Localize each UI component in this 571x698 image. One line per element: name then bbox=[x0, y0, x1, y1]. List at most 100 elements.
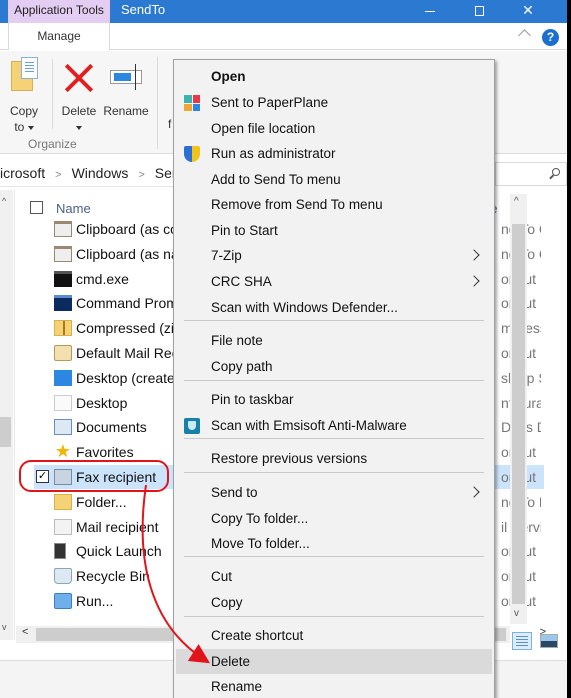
menu-item-label: Restore previous versions bbox=[211, 451, 368, 466]
window-title: SendTo bbox=[121, 2, 166, 17]
file-name: Clipboard (as co bbox=[76, 221, 178, 237]
breadcrumb-item[interactable]: Windows bbox=[72, 159, 129, 187]
scroll-up-icon[interactable]: ^ bbox=[514, 196, 519, 207]
menu-item-move-to-folder[interactable]: Move To folder... bbox=[176, 531, 492, 556]
scroll-down-icon[interactable]: v bbox=[514, 608, 519, 619]
copy-to-label-2: to bbox=[14, 120, 25, 134]
menu-item-send-to[interactable]: Send to bbox=[176, 480, 492, 505]
copy-to-label: Copy bbox=[9, 104, 38, 118]
menu-item-label: 7-Zip bbox=[211, 248, 242, 263]
file-name: Default Mail Rec bbox=[76, 345, 179, 361]
file-name: Mail recipient bbox=[76, 518, 159, 535]
file-name: Favorites bbox=[76, 444, 134, 461]
menu-item-copy[interactable]: Copy bbox=[176, 590, 492, 615]
menu-item-open[interactable]: Open bbox=[176, 64, 492, 89]
menu-item-sent-to-paperplane[interactable]: Sent to PaperPlane bbox=[176, 90, 492, 115]
delete-button[interactable]: Delete bbox=[58, 57, 100, 135]
menu-separator bbox=[184, 556, 484, 557]
menu-item-label: Sent to PaperPlane bbox=[211, 95, 329, 110]
search-input[interactable] bbox=[495, 162, 567, 186]
menu-item-open-file-location[interactable]: Open file location bbox=[176, 116, 492, 141]
file-name: Clipboard (as na bbox=[76, 245, 179, 262]
menu-item-create-shortcut[interactable]: Create shortcut bbox=[176, 623, 492, 648]
copy-to-button[interactable]: Copy to bbox=[4, 57, 44, 135]
scroll-up-icon[interactable]: ^ bbox=[2, 196, 6, 206]
menu-item-crc-sha[interactable]: CRC SHA bbox=[176, 269, 492, 294]
menu-item-pin-to-taskbar[interactable]: Pin to taskbar bbox=[176, 387, 492, 412]
recycle-bin-icon bbox=[54, 568, 72, 585]
pane-divider[interactable] bbox=[14, 190, 15, 640]
scroll-left-icon[interactable]: < bbox=[22, 626, 28, 638]
clipboard-icon bbox=[54, 245, 72, 262]
menu-item-label: Open file location bbox=[211, 121, 316, 136]
menu-item-label: File note bbox=[211, 333, 263, 348]
rename-button[interactable]: Rename bbox=[102, 57, 150, 119]
collapse-ribbon-icon[interactable] bbox=[518, 29, 531, 42]
menu-item-remove-from-send-to-menu[interactable]: Remove from Send To menu bbox=[176, 192, 492, 217]
menu-item-scan-with-windows-defender[interactable]: Scan with Windows Defender... bbox=[176, 295, 492, 320]
menu-item-run-as-administrator[interactable]: Run as administrator bbox=[176, 141, 492, 166]
application-tools-tab[interactable]: Application Tools bbox=[8, 0, 110, 23]
chevron-right-icon: > bbox=[55, 169, 62, 181]
chevron-right-icon bbox=[468, 249, 480, 261]
tab-manage[interactable]: Manage bbox=[8, 23, 110, 50]
menu-item-7-zip[interactable]: 7-Zip bbox=[176, 243, 492, 268]
star-icon: ★ bbox=[54, 441, 72, 462]
breadcrumb-item[interactable]: icrosoft bbox=[0, 159, 45, 187]
documents-icon bbox=[54, 419, 72, 436]
menu-item-label: Send to bbox=[211, 485, 258, 500]
menu-item-add-to-send-to-menu[interactable]: Add to Send To menu bbox=[176, 167, 492, 192]
scroll-down-icon[interactable]: v bbox=[2, 622, 7, 632]
menu-item-file-note[interactable]: File note bbox=[176, 328, 492, 353]
menu-item-label: Remove from Send To menu bbox=[211, 197, 383, 212]
menu-item-label: Rename bbox=[211, 679, 263, 694]
scroll-thumb[interactable] bbox=[0, 417, 11, 447]
clipboard-icon bbox=[54, 221, 72, 237]
menu-item-label: Delete bbox=[211, 654, 251, 669]
close-icon: ✕ bbox=[522, 2, 534, 18]
menu-item-copy-to-folder[interactable]: Copy To folder... bbox=[176, 506, 492, 531]
menu-separator bbox=[184, 472, 484, 473]
maximize-button[interactable] bbox=[459, 0, 499, 23]
vertical-scrollbar[interactable]: ^ v bbox=[510, 194, 527, 624]
menu-item-label: Copy bbox=[211, 595, 243, 610]
file-name: Quick Launch bbox=[76, 543, 162, 560]
menu-separator bbox=[184, 616, 484, 617]
menu-item-copy-path[interactable]: Copy path bbox=[176, 354, 492, 379]
menu-item-scan-with-emsisoft-anti-malware[interactable]: Scan with Emsisoft Anti-Malware bbox=[176, 413, 492, 438]
ribbon-partial-text: f bbox=[168, 117, 172, 131]
emsisoft-icon bbox=[184, 418, 200, 434]
file-name: Recycle Bin bbox=[76, 568, 150, 585]
scroll-thumb[interactable] bbox=[512, 224, 525, 604]
fax-icon bbox=[54, 469, 72, 485]
folder-icon bbox=[54, 493, 72, 510]
ribbon-separator bbox=[52, 59, 53, 129]
select-all-checkbox[interactable] bbox=[30, 201, 43, 214]
column-header-name[interactable]: Name bbox=[56, 201, 91, 216]
minimize-icon bbox=[425, 10, 435, 12]
minimize-button[interactable] bbox=[410, 0, 450, 23]
explorer-window: Application Tools SendTo ✕ Manage ? Copy… bbox=[0, 0, 567, 698]
menu-item-label: Run as administrator bbox=[211, 146, 336, 161]
file-name: Desktop (create bbox=[76, 369, 175, 386]
details-view-icon[interactable] bbox=[512, 632, 532, 650]
close-button[interactable]: ✕ bbox=[508, 0, 548, 23]
menu-item-cut[interactable]: Cut bbox=[176, 564, 492, 589]
menu-item-pin-to-start[interactable]: Pin to Start bbox=[176, 218, 492, 243]
menu-item-label: Add to Send To menu bbox=[211, 172, 341, 187]
menu-item-delete[interactable]: Delete bbox=[176, 649, 492, 674]
menu-item-restore-previous-versions[interactable]: Restore previous versions bbox=[176, 446, 492, 471]
help-icon[interactable]: ? bbox=[542, 29, 559, 46]
menu-separator bbox=[184, 320, 484, 321]
menu-item-rename[interactable]: Rename bbox=[176, 674, 492, 698]
maximize-icon bbox=[474, 6, 484, 17]
nav-pane-scrollbar[interactable]: ^ v bbox=[0, 190, 13, 640]
document-icon bbox=[21, 57, 38, 79]
ribbon-separator bbox=[157, 57, 158, 149]
row-checkbox[interactable]: ✓ bbox=[36, 470, 49, 483]
document-icon bbox=[54, 394, 72, 411]
large-icons-view-icon[interactable] bbox=[540, 634, 558, 648]
menu-item-label: Pin to Start bbox=[211, 223, 278, 238]
menu-separator bbox=[184, 438, 484, 439]
file-name: Documents bbox=[76, 419, 147, 436]
